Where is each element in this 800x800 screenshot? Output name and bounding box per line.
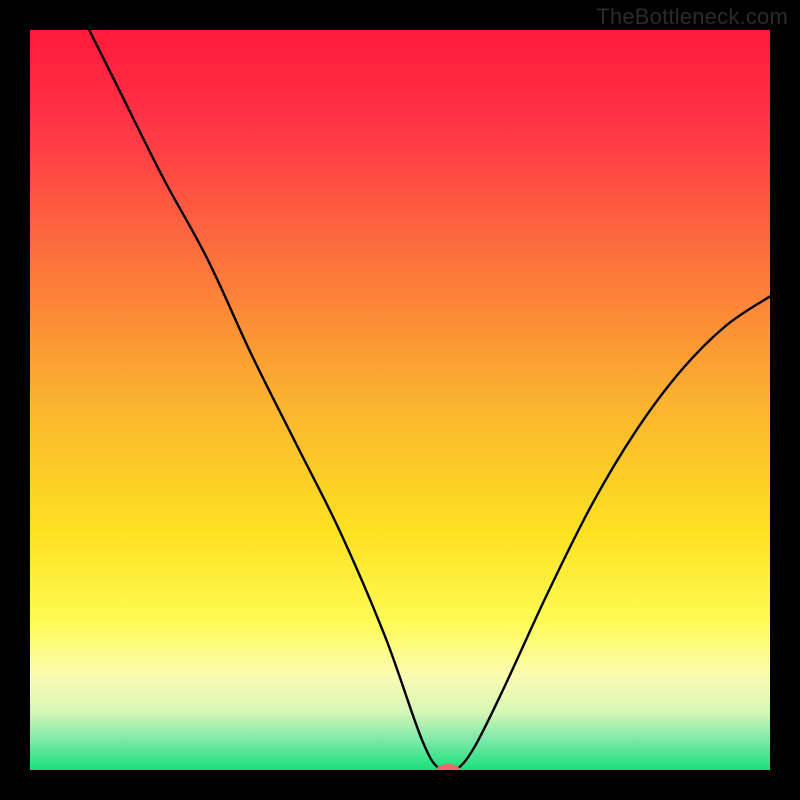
chart-svg <box>30 30 770 770</box>
chart-frame: TheBottleneck.com <box>0 0 800 800</box>
watermark-text: TheBottleneck.com <box>596 4 788 30</box>
plot-area <box>30 30 770 770</box>
